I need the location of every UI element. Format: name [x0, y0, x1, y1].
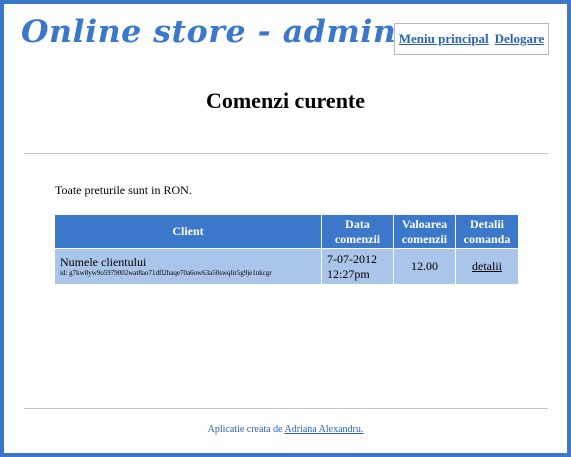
author-link[interactable]: Adriana Alexandru. — [285, 424, 364, 435]
main-menu-link[interactable]: Meniu principal — [399, 31, 489, 47]
order-details-cell: detalii — [455, 248, 519, 285]
client-cell: Numele clientului id: g7kw8yw9o5979002wa… — [54, 248, 322, 285]
column-header-details: Detalii comanda — [455, 214, 519, 249]
table-row: Numele clientului id: g7kw8yw9o5979002wa… — [54, 248, 519, 285]
page-title: Comenzi curente — [205, 88, 366, 113]
divider-top — [24, 153, 548, 154]
logout-link[interactable]: Delogare — [495, 31, 545, 47]
order-value: 12.00 — [393, 248, 456, 285]
order-details-link[interactable]: detalii — [472, 259, 502, 273]
client-name: Numele clientului — [60, 254, 147, 269]
footer: Aplicatie creata de Adriana Alexandru. — [0, 424, 571, 435]
column-header-date: Data comenzii — [321, 214, 394, 249]
column-header-value: Valoarea comenzii — [393, 214, 456, 249]
order-time: 12:27pm — [327, 266, 370, 281]
divider-bottom — [24, 408, 548, 409]
table-header-row: Client Data comenzii Valoarea comenzii D… — [54, 214, 519, 249]
footer-credit-text: Aplicatie creata de — [207, 424, 283, 435]
order-date-cell: 7-07-2012 12:27pm — [321, 248, 394, 285]
order-date: 7-07-2012 — [327, 251, 377, 266]
top-nav: Meniu principal Delogare — [394, 23, 549, 55]
currency-note: Toate preturile sunt in RON. — [55, 183, 192, 197]
column-header-client: Client — [54, 214, 322, 249]
orders-table: Client Data comenzii Valoarea comenzii D… — [54, 214, 519, 285]
client-id: id: g7kw8yw9o5979002wat8ao71dfl2haqe70a6… — [60, 268, 272, 277]
